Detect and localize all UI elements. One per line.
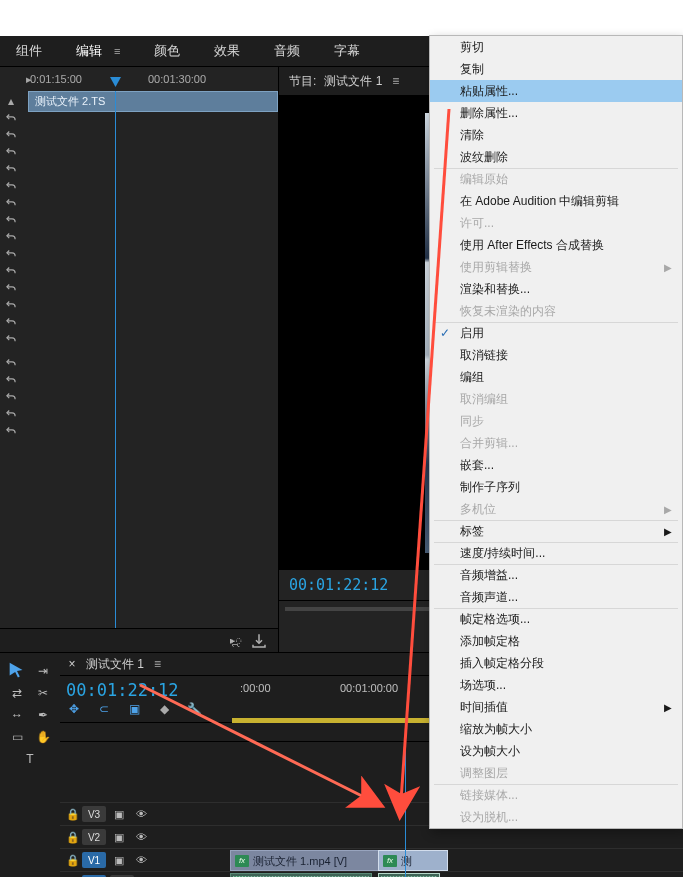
svg-line-0 bbox=[400, 109, 449, 815]
svg-line-1 bbox=[140, 685, 380, 805]
